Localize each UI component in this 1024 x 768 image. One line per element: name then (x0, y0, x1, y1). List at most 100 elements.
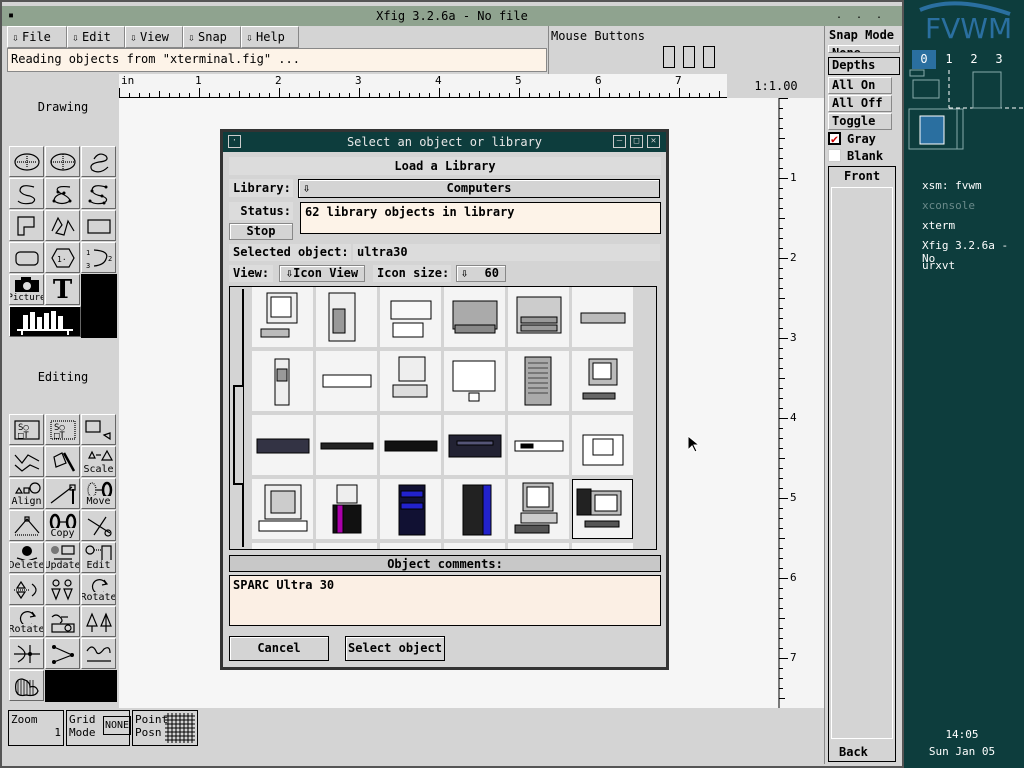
tool-delete-point[interactable] (45, 446, 80, 477)
library-object-telephone[interactable] (572, 415, 633, 475)
library-object-workstation-crt[interactable] (252, 287, 313, 347)
toggle-button[interactable]: Toggle (828, 113, 892, 130)
depth-list[interactable]: Front Back (828, 166, 896, 762)
tool-rotate-ccw[interactable]: Rotate (9, 606, 44, 637)
tool-closed-spline[interactable] (81, 146, 116, 177)
library-object-rack-patch[interactable] (444, 415, 505, 475)
tool-closed-approx-spline[interactable] (81, 178, 116, 209)
menu-file[interactable]: ⇩ File (7, 26, 67, 48)
library-object-sgi-indy[interactable] (316, 479, 377, 539)
library-object-rack-panel[interactable] (252, 415, 313, 475)
window-controls[interactable]: ... (836, 6, 896, 26)
tool-anglemeas[interactable] (45, 638, 80, 669)
library-object-partial[interactable] (508, 543, 569, 549)
icon-size-select[interactable]: ⇩ 60 (456, 265, 506, 282)
maximize-icon[interactable]: □ (630, 135, 643, 148)
tool-update[interactable]: Update (45, 542, 80, 573)
library-object-ultra30[interactable] (572, 479, 633, 539)
tool-copy[interactable]: Copy (45, 510, 80, 541)
library-object-pc-monitor[interactable] (508, 479, 569, 539)
tool-scale[interactable]: Scale (81, 446, 116, 477)
vertical-ruler[interactable]: 1 2 3 4 5 6 7 (778, 98, 824, 708)
minimize-icon[interactable]: – (613, 135, 626, 148)
menu-snap[interactable]: ⇩ Snap (183, 26, 241, 48)
tool-lenmeas[interactable] (81, 638, 116, 669)
object-scrollbar[interactable] (232, 289, 244, 547)
stop-button[interactable]: Stop (229, 223, 293, 240)
tool-circle-radius[interactable] (9, 146, 44, 177)
tool-polyline[interactable] (45, 210, 80, 241)
library-object-modem[interactable] (316, 351, 377, 411)
task-item[interactable]: xsm: fvwm (922, 179, 982, 192)
tool-compound[interactable]: S○ □T (9, 414, 44, 445)
dialog-titlebar[interactable]: · Select an object or library – □ ✕ (223, 132, 666, 152)
tool-open-compound[interactable] (81, 414, 116, 445)
library-object-partial[interactable] (316, 543, 377, 549)
library-object-desktop-box[interactable] (508, 415, 569, 475)
menu-help[interactable]: ⇩ Help (241, 26, 299, 48)
tool-polygon[interactable] (9, 210, 44, 241)
library-object-partial[interactable] (572, 543, 633, 549)
library-object-rack-switch[interactable] (380, 415, 441, 475)
library-object-printer-tray[interactable] (508, 287, 569, 347)
tool-add-arrow[interactable] (9, 510, 44, 541)
tool-areameas[interactable] (9, 670, 44, 701)
desk-0[interactable]: 0 (912, 50, 936, 69)
all-on-button[interactable]: All On (828, 77, 892, 94)
cancel-button[interactable]: Cancel (229, 636, 329, 661)
tool-text[interactable]: T (45, 274, 80, 305)
tool-rotate-cw[interactable]: Rotate (81, 574, 116, 605)
window-menu-icon[interactable]: ▪ (8, 6, 14, 26)
tool-align[interactable]: Align (9, 478, 44, 509)
blank-checkbox[interactable] (828, 149, 841, 162)
pager[interactable] (908, 68, 1024, 152)
zoom-control[interactable]: Zoom 1 (8, 710, 64, 746)
menu-edit[interactable]: ⇩ Edit (67, 26, 125, 48)
tool-add-point[interactable] (9, 446, 44, 477)
library-object-tower-case[interactable] (508, 351, 569, 411)
object-grid-viewport[interactable] (229, 286, 657, 550)
tool-open-spline[interactable] (9, 178, 44, 209)
comments-textarea[interactable]: SPARC Ultra 30 (229, 575, 661, 626)
tool-tangent[interactable] (9, 638, 44, 669)
tool-flip-horizontal[interactable] (45, 574, 80, 605)
library-select[interactable]: ⇩ Computers (298, 179, 660, 198)
library-object-disk-drive[interactable] (572, 287, 633, 347)
window-menu-icon[interactable]: · (228, 135, 241, 148)
tool-move[interactable]: Move (81, 478, 116, 509)
library-object-cell-phone[interactable] (252, 351, 313, 411)
library-object-desktop-pc[interactable] (572, 351, 633, 411)
library-object-partial[interactable] (444, 543, 505, 549)
desk-2[interactable]: 2 (962, 50, 986, 69)
library-object-rack-1u[interactable] (316, 415, 377, 475)
tool-arc[interactable]: 1 3 2 (81, 242, 116, 273)
horizontal-ruler[interactable]: in 1234567 (119, 74, 727, 98)
library-object-workstation-stand[interactable] (380, 351, 441, 411)
tool-picture[interactable]: Picture (9, 274, 44, 305)
desk-3[interactable]: 3 (987, 50, 1011, 69)
select-object-button[interactable]: Select object (345, 636, 445, 661)
tool-circle-diameter[interactable] (45, 146, 80, 177)
task-item[interactable]: xconsole (922, 199, 975, 212)
library-object-laser-printer[interactable] (444, 287, 505, 347)
library-object-xterminal[interactable] (252, 479, 313, 539)
tool-open-approx-spline[interactable] (45, 178, 80, 209)
window-titlebar[interactable]: ▪ Xfig 3.2.6a - No file ... (2, 6, 902, 26)
tool-edit[interactable]: Edit (81, 542, 116, 573)
view-select[interactable]: ⇩Icon View (279, 265, 365, 282)
point-position-control[interactable]: Point Posn (132, 710, 198, 746)
library-object-partial[interactable] (252, 543, 313, 549)
tool-regular-polygon[interactable]: 1· (45, 242, 80, 273)
library-object-flat-monitor[interactable] (444, 351, 505, 411)
tool-arc-box[interactable] (9, 242, 44, 273)
tool-tree[interactable] (81, 606, 116, 637)
tool-convert[interactable] (45, 606, 80, 637)
task-item[interactable]: xterm (922, 219, 955, 232)
tool-move-point[interactable] (45, 478, 80, 509)
menu-view[interactable]: ⇩ View (125, 26, 183, 48)
scrollbar-thumb[interactable] (233, 385, 243, 485)
tool-box[interactable] (81, 210, 116, 241)
library-object-blue-tower[interactable] (380, 479, 441, 539)
library-object-tower-server[interactable] (316, 287, 377, 347)
desk-1[interactable]: 1 (937, 50, 961, 69)
